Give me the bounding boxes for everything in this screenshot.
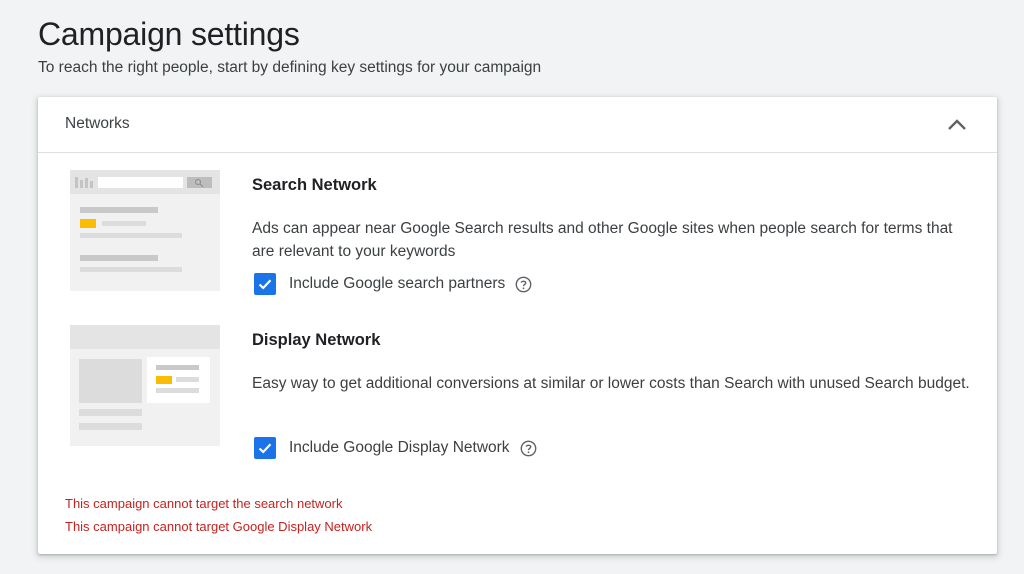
checkbox-label: Include Google Display Network xyxy=(289,439,510,456)
page: Campaign settings To reach the right peo… xyxy=(0,0,1024,574)
error-message: This campaign cannot target the search n… xyxy=(65,496,343,511)
error-messages: This campaign cannot target the search n… xyxy=(65,492,372,538)
display-network-illustration xyxy=(70,325,220,446)
search-network-illustration xyxy=(70,170,220,291)
search-partners-checkbox[interactable] xyxy=(254,273,276,295)
collapse-button[interactable] xyxy=(943,111,971,139)
help-icon[interactable] xyxy=(520,440,537,457)
networks-card: Networks Search Network Ads can appear n… xyxy=(38,97,997,554)
check-icon xyxy=(258,443,272,454)
network-title: Search Network xyxy=(252,176,377,194)
network-description: Easy way to get additional conversions a… xyxy=(252,375,970,392)
card-header[interactable]: Networks xyxy=(38,97,997,153)
page-title: Campaign settings xyxy=(38,16,300,52)
chevron-up-icon xyxy=(948,119,966,130)
help-icon[interactable] xyxy=(515,276,532,293)
network-title: Display Network xyxy=(252,331,381,349)
page-subtitle: To reach the right people, start by defi… xyxy=(38,59,542,76)
error-message: This campaign cannot target Google Displ… xyxy=(65,519,373,534)
network-description: Ads can appear near Google Search result… xyxy=(252,220,953,260)
card-title: Networks xyxy=(65,115,130,132)
search-partners-option[interactable]: Include Google search partners xyxy=(254,273,532,295)
display-network-checkbox[interactable] xyxy=(254,437,276,459)
display-network-option[interactable]: Include Google Display Network xyxy=(254,437,537,459)
checkbox-label: Include Google search partners xyxy=(289,275,506,292)
check-icon xyxy=(258,279,272,290)
